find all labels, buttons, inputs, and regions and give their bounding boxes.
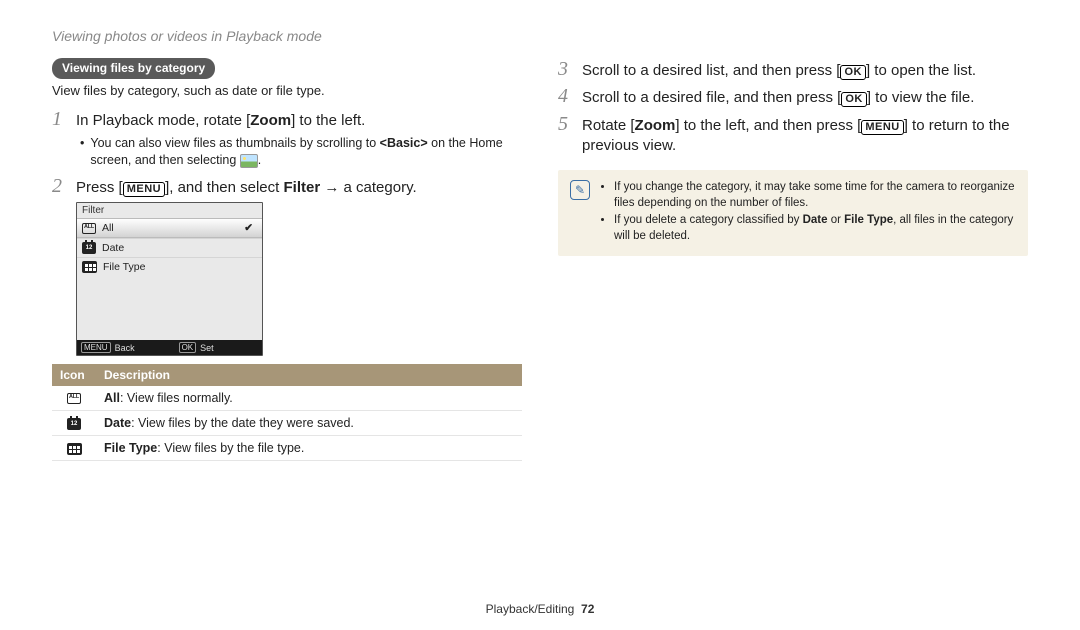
- note-item: If you change the category, it may take …: [614, 180, 1016, 211]
- step-1-sub: • You can also view files as thumbnails …: [80, 135, 522, 169]
- all-icon: [67, 393, 81, 404]
- right-column: 3 Scroll to a desired list, and then pre…: [558, 58, 1028, 594]
- step-5: 5 Rotate [Zoom] to the left, and then pr…: [558, 113, 1028, 157]
- page-footer: Playback/Editing 72: [52, 594, 1028, 616]
- step-4: 4 Scroll to a desired file, and then pre…: [558, 85, 1028, 108]
- date-icon: [67, 418, 81, 430]
- step-text: Scroll to a desired file, and then press…: [582, 88, 974, 108]
- step-3: 3 Scroll to a desired list, and then pre…: [558, 58, 1028, 81]
- note-item: If you delete a category classified by D…: [614, 213, 1016, 244]
- step-text: In Playback mode, rotate [Zoom] to the l…: [76, 111, 365, 131]
- shot-filter-title: Filter: [77, 203, 262, 218]
- menu-button-icon: MENU: [861, 120, 903, 135]
- step-number: 2: [52, 175, 66, 198]
- date-icon: [82, 242, 96, 254]
- filter-row-date: Date: [77, 238, 262, 257]
- section-heading: Viewing files by category: [52, 58, 215, 79]
- filetype-icon: [67, 443, 82, 455]
- table-header-icon: Icon: [52, 364, 96, 386]
- note-box: ✎ If you change the category, it may tak…: [558, 170, 1028, 256]
- page-title: Viewing photos or videos in Playback mod…: [52, 28, 1028, 44]
- left-column: Viewing files by category View files by …: [52, 58, 522, 594]
- intro-text: View files by category, such as date or …: [52, 83, 522, 98]
- two-column-body: Viewing files by category View files by …: [52, 58, 1028, 594]
- icon-description-table: Icon Description All: View files normall…: [52, 364, 522, 461]
- step-number: 1: [52, 108, 66, 131]
- table-header-desc: Description: [96, 364, 522, 386]
- step-text: Scroll to a desired list, and then press…: [582, 61, 976, 81]
- note-icon: ✎: [570, 180, 590, 200]
- step-number: 3: [558, 58, 572, 81]
- step-text: Rotate [Zoom] to the left, and then pres…: [582, 116, 1028, 157]
- step-number: 4: [558, 85, 572, 108]
- manual-page: Viewing photos or videos in Playback mod…: [0, 0, 1080, 630]
- ok-button-icon: OK: [841, 92, 867, 107]
- step-number: 5: [558, 113, 572, 136]
- filter-row-filetype: File Type: [77, 257, 262, 276]
- menu-button-icon: MENU: [123, 182, 165, 197]
- check-icon: ✔: [244, 222, 257, 234]
- ok-button-icon: OK: [840, 65, 866, 80]
- ok-pill-icon: OK: [179, 342, 197, 353]
- step-2: 2 Press [MENU], and then select Filter →…: [52, 175, 522, 198]
- landscape-icon: [240, 154, 258, 168]
- camera-screenshot: Filter All ✔ Date File Type MENU Ba: [76, 202, 263, 356]
- filetype-icon: [82, 261, 97, 273]
- menu-pill-icon: MENU: [81, 342, 111, 353]
- step-1: 1 In Playback mode, rotate [Zoom] to the…: [52, 108, 522, 131]
- shot-footer: MENU Back OK Set: [77, 340, 262, 355]
- filter-row-all: All ✔: [77, 218, 262, 238]
- table-row: File Type: View files by the file type.: [52, 436, 522, 461]
- step-text: Press [MENU], and then select Filter → a…: [76, 178, 417, 198]
- table-row: Date: View files by the date they were s…: [52, 411, 522, 436]
- all-icon: [82, 223, 96, 234]
- table-row: All: View files normally.: [52, 386, 522, 411]
